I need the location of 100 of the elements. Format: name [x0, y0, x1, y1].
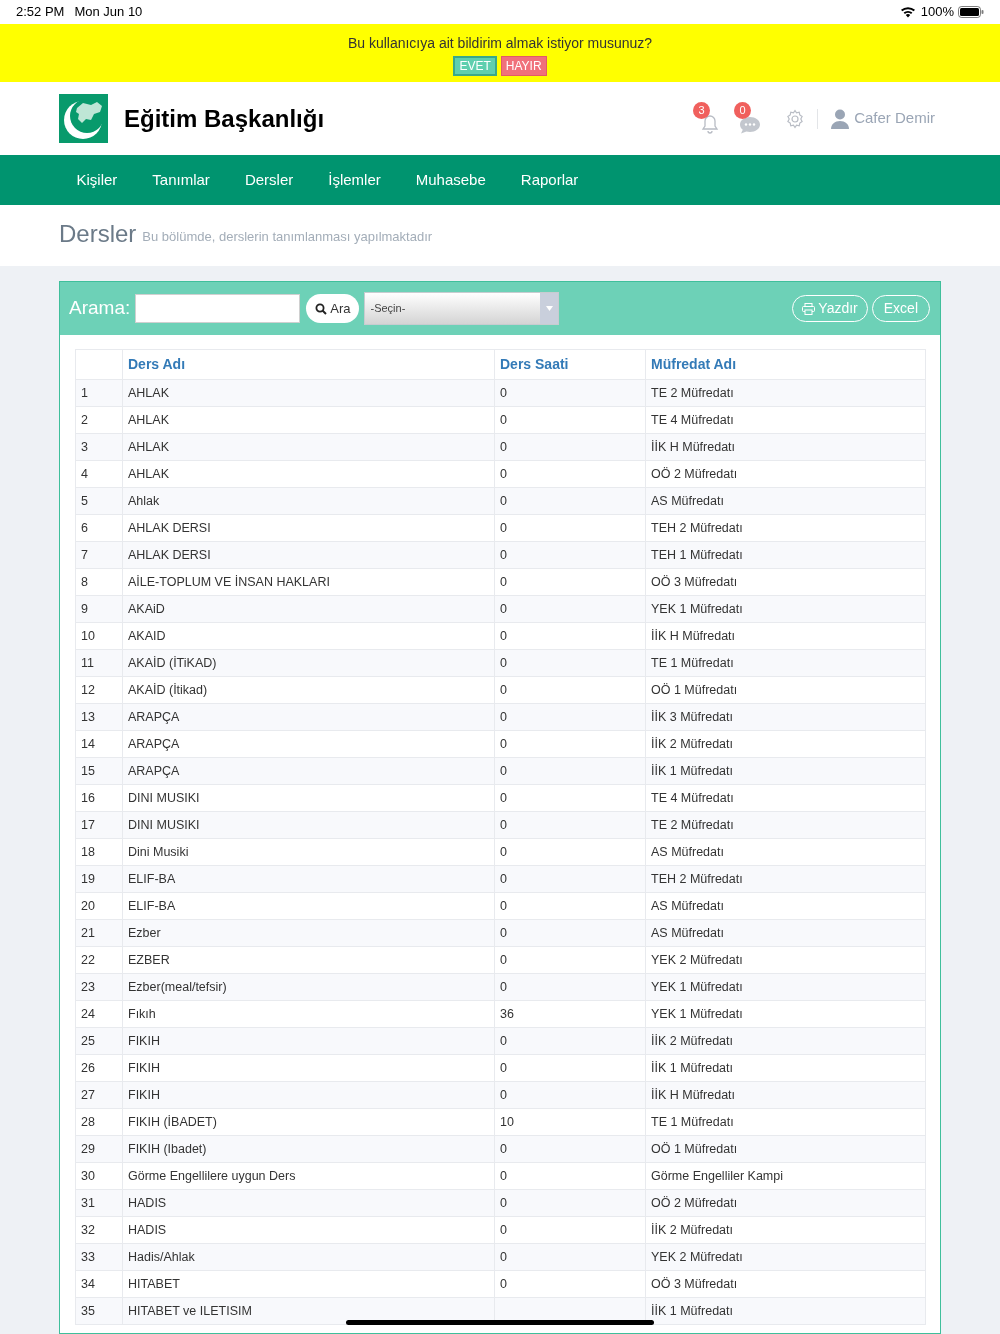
table-cell: 25 — [75, 1027, 123, 1055]
table-cell: 0 — [494, 595, 646, 623]
table-cell: 0 — [494, 973, 646, 1001]
table-cell: 0 — [494, 1054, 646, 1082]
table-cell: AS Müfredatı — [645, 487, 926, 515]
table-cell: 6 — [75, 514, 123, 542]
table-cell: 10 — [494, 1108, 646, 1136]
message-badge: 0 — [734, 101, 752, 119]
table-cell: 7 — [75, 541, 123, 569]
table-cell: DINI MUSIKI — [122, 784, 495, 812]
table-cell: 13 — [75, 703, 123, 731]
table-cell: İİK 2 Müfredatı — [645, 730, 926, 758]
user-name[interactable]: Cafer Demir — [854, 107, 935, 130]
table-cell: 0 — [494, 919, 646, 947]
chat-icon[interactable] — [739, 115, 762, 134]
table-cell: TEH 2 Müfredatı — [645, 865, 926, 893]
search-field[interactable] — [135, 294, 301, 323]
table-cell: FIKIH — [122, 1054, 495, 1082]
table-cell: AKAID — [122, 622, 495, 650]
table-cell: AİLE-TOPLUM VE İNSAN HAKLARI — [122, 568, 495, 596]
table-cell: AS Müfredatı — [645, 892, 926, 920]
table-cell: 29 — [75, 1135, 123, 1163]
nav-item[interactable]: Kişiler — [59, 168, 135, 192]
table-cell: ARAPÇA — [122, 757, 495, 785]
table-cell: Görme Engelliler Kampi — [645, 1162, 926, 1190]
table-cell: AS Müfredatı — [645, 919, 926, 947]
table-cell: OÖ 3 Müfredatı — [645, 1270, 926, 1298]
table-cell: TE 1 Müfredatı — [645, 1108, 926, 1136]
nav-item[interactable]: Muhasebe — [398, 168, 504, 192]
search-button[interactable]: Ara — [306, 294, 360, 323]
table-cell: 0 — [494, 892, 646, 920]
table-cell: 9 — [75, 595, 123, 623]
table-cell: FIKIH (İBADET) — [122, 1108, 495, 1136]
table-cell: 0 — [494, 433, 646, 461]
table-cell: İİK H Müfredatı — [645, 433, 926, 461]
table-cell: 0 — [494, 649, 646, 677]
table-cell: 18 — [75, 838, 123, 866]
table-cell: 34 — [75, 1270, 123, 1298]
wifi-icon — [899, 6, 916, 18]
select-dropdown[interactable]: -Seçin- — [364, 292, 560, 325]
table-cell: 11 — [75, 649, 123, 677]
bell-icon[interactable] — [701, 113, 720, 134]
table-cell: AKAiD — [122, 595, 495, 623]
table-cell: 5 — [75, 487, 123, 515]
table-cell: TE 2 Müfredatı — [645, 811, 926, 839]
table-cell: OÖ 3 Müfredatı — [645, 568, 926, 596]
status-date: Mon Jun 10 — [74, 3, 143, 22]
table-cell: OÖ 1 Müfredatı — [645, 1135, 926, 1163]
table-cell: 0 — [494, 1081, 646, 1109]
nav-item[interactable]: Raporlar — [503, 168, 596, 192]
table-cell: 30 — [75, 1162, 123, 1190]
table-cell: DINI MUSIKI — [122, 811, 495, 839]
table-cell: Fıkıh — [122, 1000, 495, 1028]
nav-item[interactable]: Tanımlar — [134, 168, 228, 192]
table-cell: TE 2 Müfredatı — [645, 379, 926, 407]
table-cell: 27 — [75, 1081, 123, 1109]
nav-item[interactable]: İşlemler — [310, 168, 399, 192]
column-header[interactable]: Ders Adı — [122, 349, 495, 380]
table-cell: 19 — [75, 865, 123, 893]
logo-icon — [59, 94, 108, 143]
table-cell: İİK 1 Müfredatı — [645, 1054, 926, 1082]
page-title: Dersler — [59, 219, 137, 249]
table-cell: 0 — [494, 379, 646, 407]
table-cell: 21 — [75, 919, 123, 947]
table-cell: 15 — [75, 757, 123, 785]
table-cell: ELIF-BA — [122, 892, 495, 920]
table-cell: OÖ 2 Müfredatı — [645, 460, 926, 488]
table-cell: 20 — [75, 892, 123, 920]
table-cell: 8 — [75, 568, 123, 596]
table-cell: ARAPÇA — [122, 730, 495, 758]
table-cell: İİK 3 Müfredatı — [645, 703, 926, 731]
table-cell: 0 — [494, 811, 646, 839]
column-header[interactable]: Ders Saati — [494, 349, 646, 380]
settings-icon[interactable] — [785, 108, 806, 129]
no-button[interactable]: HAYIR — [500, 56, 547, 76]
table-cell: FIKIH — [122, 1081, 495, 1109]
table-cell: Görme Engellilere uygun Ders — [122, 1162, 495, 1190]
table-cell: 0 — [494, 946, 646, 974]
table-cell: 10 — [75, 622, 123, 650]
table-cell: 0 — [494, 676, 646, 704]
table-cell: AHLAK — [122, 460, 495, 488]
table-cell: 0 — [494, 568, 646, 596]
table-cell: HADIS — [122, 1216, 495, 1244]
battery-percent: 100% — [920, 3, 954, 22]
table-cell: 32 — [75, 1216, 123, 1244]
nav-item[interactable]: Dersler — [227, 168, 311, 192]
user-icon[interactable] — [831, 108, 850, 129]
table-cell: 0 — [494, 460, 646, 488]
table-cell: 0 — [494, 730, 646, 758]
table-cell: 0 — [494, 1270, 646, 1298]
table-cell: 12 — [75, 676, 123, 704]
table-cell: 31 — [75, 1189, 123, 1217]
table-cell: FIKIH (Ibadet) — [122, 1135, 495, 1163]
column-header[interactable]: Müfredat Adı — [645, 349, 926, 380]
table-cell: İİK 2 Müfredatı — [645, 1216, 926, 1244]
table-cell: 0 — [494, 1027, 646, 1055]
table-cell: 0 — [494, 1216, 646, 1244]
table-cell: AKAİD (İTiKAD) — [122, 649, 495, 677]
table-cell: 24 — [75, 1000, 123, 1028]
table-cell: YEK 1 Müfredatı — [645, 595, 926, 623]
